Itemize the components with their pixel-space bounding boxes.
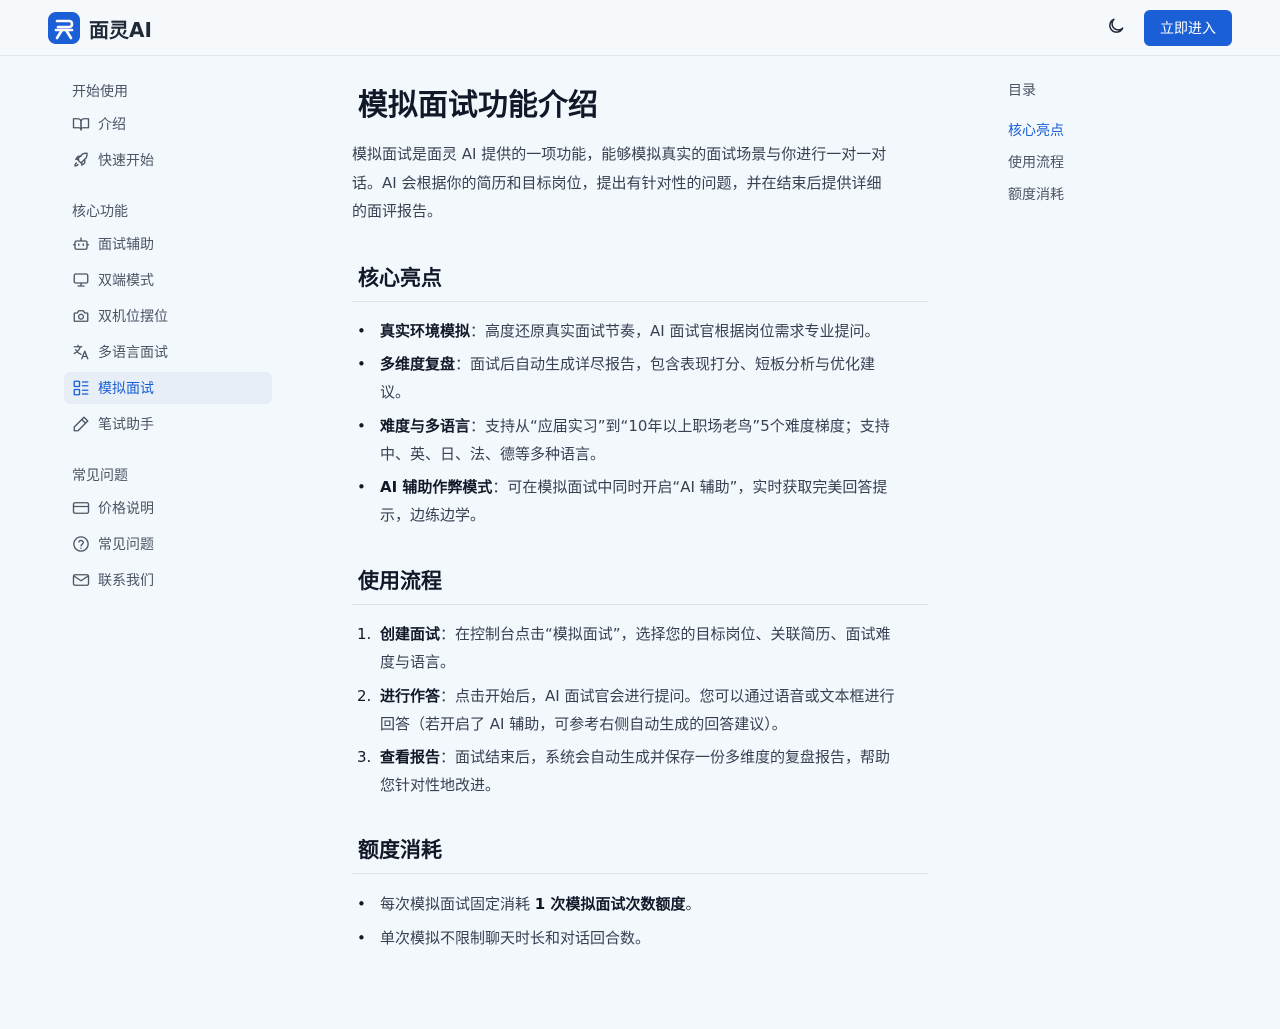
enter-button[interactable]: 立即进入 xyxy=(1144,10,1232,46)
list-number: 1. xyxy=(357,625,372,643)
toc-item-workflow[interactable]: 使用流程 xyxy=(1008,152,1064,172)
credit-card-icon xyxy=(72,502,90,514)
sidebar-item-label: 模拟面试 xyxy=(98,381,154,397)
bullet: • xyxy=(357,322,366,340)
list-item-text: 单次模拟不限制聊天时长和对话回合数。 xyxy=(380,929,651,947)
section-heading-text: 使用流程 xyxy=(358,569,442,593)
list-item-bold: 多维度复盘 xyxy=(380,355,456,373)
sidebar-item-faq[interactable]: 常见问题 xyxy=(64,528,272,560)
list-item-text: 回答（若开启了 AI 辅助，可参考右侧自动生成的回答建议）。 xyxy=(380,715,787,733)
list-item-bold: AI 辅助作弊模式 xyxy=(380,478,493,496)
list-number: 2. xyxy=(357,687,372,705)
toc-title: 目录 xyxy=(1008,83,1036,99)
bullet: • xyxy=(357,929,366,947)
list-item-text: ：可在模拟面试中同时开启“AI 辅助”，实时获取完美回答提 xyxy=(492,478,888,496)
list-item-bold: 难度与多语言 xyxy=(380,417,471,435)
list-item-text: ：面试结束后，系统会自动生成并保存一份多维度的复盘报告，帮助 xyxy=(440,748,891,766)
sidebar-item-contact[interactable]: 联系我们 xyxy=(64,564,272,596)
bullet: • xyxy=(357,895,366,913)
sidebar-item-label: 面试辅助 xyxy=(98,237,154,253)
list-item-text: ：高度还原真实面试节奏，AI 面试官根据岗位需求专业提问。 xyxy=(470,322,880,340)
list-item-bold: 创建面试 xyxy=(380,625,441,643)
layout-list-icon xyxy=(73,380,89,396)
sidebar-item-written-test[interactable]: 笔试助手 xyxy=(64,408,272,440)
intro-line: 模拟面试是面灵 AI 提供的一项功能，能够模拟真实的面试场景与你进行一对一对 xyxy=(352,145,887,163)
section-heading-quota: 额度消耗 xyxy=(352,830,928,874)
bullet: • xyxy=(357,355,366,373)
pencil-icon xyxy=(73,416,89,432)
toc-item-highlights[interactable]: 核心亮点 xyxy=(1008,120,1064,140)
sidebar-item-intro[interactable]: 介绍 xyxy=(64,108,272,140)
bullet: • xyxy=(357,478,366,496)
sidebar-item-label: 联系我们 xyxy=(98,573,154,589)
sidebar-item-multilingual[interactable]: 多语言面试 xyxy=(64,336,272,368)
list-item-text: 您针对性地改进。 xyxy=(380,776,501,794)
sidebar-item-label: 双机位摆位 xyxy=(98,309,168,325)
section-heading-highlights: 核心亮点 xyxy=(352,258,928,302)
list-item-text: 示，边练边学。 xyxy=(380,506,486,524)
list-item-text: 中、英、日、法、德等多种语言。 xyxy=(380,445,606,463)
sidebar-item-dual-mode[interactable]: 双端模式 xyxy=(64,264,272,296)
robot-icon xyxy=(72,237,90,250)
sidebar-group-title: 开始使用 xyxy=(72,84,128,100)
list-item-bold: 查看报告 xyxy=(380,748,441,766)
section-heading-text: 额度消耗 xyxy=(358,838,442,862)
sidebar-item-label: 价格说明 xyxy=(98,501,154,517)
intro-line: 话。AI 会根据你的简历和目标岗位，提出有针对性的问题，并在结束后提供详细 xyxy=(352,173,882,192)
sidebar-item-dual-camera[interactable]: 双机位摆位 xyxy=(64,300,272,332)
intro-line: 的面评报告。 xyxy=(352,202,443,220)
sidebar-group-title: 常见问题 xyxy=(72,468,128,484)
sidebar-group-title: 核心功能 xyxy=(72,204,128,220)
moon-icon[interactable] xyxy=(1106,16,1126,36)
list-item-text: ：面试后自动生成详尽报告，包含表现打分、短板分析与优化建 xyxy=(455,355,876,373)
book-open-icon xyxy=(72,118,90,131)
list-item-text: ：点击开始后，AI 面试官会进行提问。您可以通过语音或文本框进行 xyxy=(440,687,895,705)
sidebar-item-quick-start[interactable]: 快速开始 xyxy=(64,144,272,176)
list-number: 3. xyxy=(357,748,372,766)
top-navbar: 面灵AI 立即进入 xyxy=(0,0,1280,56)
list-item-bold: 1 次模拟面试次数额度 xyxy=(534,895,686,913)
list-item-text: 每次模拟面试固定消耗 xyxy=(380,895,535,913)
help-circle-icon xyxy=(73,536,89,552)
translate-icon xyxy=(73,344,89,360)
bullet: • xyxy=(357,417,366,435)
mail-icon xyxy=(72,574,90,586)
camera-icon xyxy=(73,310,89,322)
logo-icon[interactable] xyxy=(48,12,80,44)
list-item-text: ：在控制台点击“模拟面试”，选择您的目标岗位、关联简历、面试难 xyxy=(440,625,891,643)
rocket-icon xyxy=(74,152,88,167)
sidebar-item-interview-assist[interactable]: 面试辅助 xyxy=(64,228,272,260)
list-item-bold: 真实环境模拟 xyxy=(380,322,471,340)
monitor-icon xyxy=(73,273,89,287)
list-item-text: 议。 xyxy=(380,383,411,401)
sidebar-item-label: 介绍 xyxy=(98,117,126,133)
list-item-text: 度与语言。 xyxy=(380,653,456,671)
section-heading-text: 核心亮点 xyxy=(358,266,442,290)
sidebar-item-label: 双端模式 xyxy=(98,273,154,289)
sidebar-item-mock-interview[interactable]: 模拟面试 xyxy=(64,372,272,404)
list-item-bold: 进行作答 xyxy=(380,687,441,705)
toc-item-quota[interactable]: 额度消耗 xyxy=(1008,184,1064,204)
intro-paragraph: 模拟面试是面灵 AI 提供的一项功能，能够模拟真实的面试场景与你进行一对一对 话… xyxy=(352,140,930,226)
brand-name[interactable]: 面灵AI xyxy=(89,14,152,43)
sidebar-item-label: 多语言面试 xyxy=(98,345,168,361)
section-heading-workflow: 使用流程 xyxy=(352,561,928,605)
sidebar-item-label: 快速开始 xyxy=(98,153,154,169)
list-item-text: ：支持从“应届实习”到“10年以上职场老鸟”5个难度梯度；支持 xyxy=(470,417,890,435)
sidebar-item-label: 笔试助手 xyxy=(98,417,154,433)
list-item-text: 。 xyxy=(685,895,701,913)
page-title: 模拟面试功能介绍 xyxy=(358,88,598,123)
sidebar-item-pricing[interactable]: 价格说明 xyxy=(64,492,272,524)
sidebar-item-label: 常见问题 xyxy=(98,537,154,553)
